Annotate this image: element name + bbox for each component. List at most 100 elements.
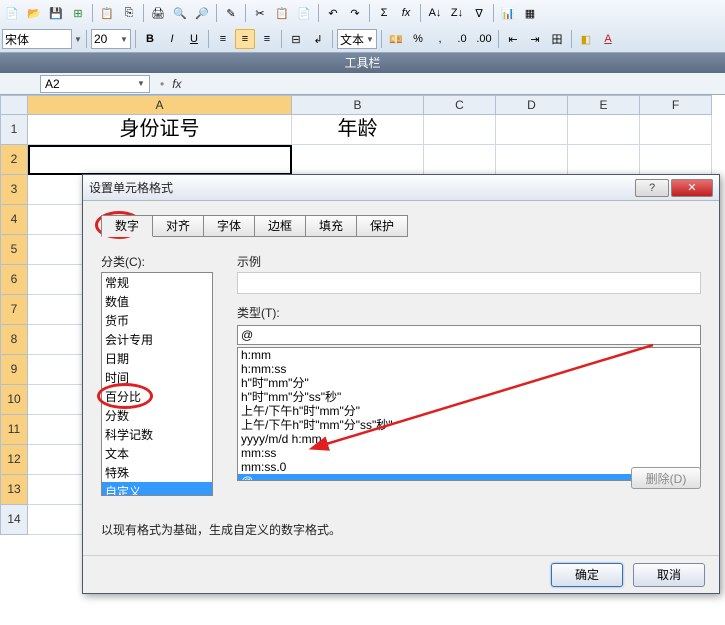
indent-inc-icon[interactable]: ⇥ — [525, 29, 545, 49]
delete-button[interactable]: 删除(D) — [631, 467, 701, 489]
cell-C1[interactable] — [424, 115, 496, 145]
row-header-1[interactable]: 1 — [0, 115, 28, 145]
cut-icon[interactable]: 📋 — [97, 3, 117, 23]
format-item[interactable]: 上午/下午h"时"mm"分" — [238, 404, 700, 418]
print-icon[interactable]: 🖨 — [148, 3, 168, 23]
filter-icon[interactable]: ∇ — [469, 3, 489, 23]
row-header-2[interactable]: 2 — [0, 145, 28, 175]
format-item[interactable]: h:mm:ss — [238, 362, 700, 376]
format-type-select[interactable]: 文本 ▼ — [337, 29, 377, 49]
undo-icon[interactable]: ↶ — [323, 3, 343, 23]
format-list[interactable]: h:mmh:mm:ssh"时"mm"分"h"时"mm"分"ss"秒"上午/下午h… — [237, 347, 701, 481]
format-item[interactable]: h"时"mm"分"ss"秒" — [238, 390, 700, 404]
cell-F2[interactable] — [640, 145, 712, 175]
format-item[interactable]: h:mm — [238, 348, 700, 362]
inc-dec-icon[interactable]: .0 — [452, 29, 472, 49]
category-item[interactable]: 分数 — [102, 406, 212, 425]
tab-4[interactable]: 填充 — [305, 215, 357, 237]
cancel-button[interactable]: 取消 — [633, 563, 705, 587]
table-icon[interactable]: ▦ — [520, 3, 540, 23]
font-color-icon[interactable]: A — [598, 29, 618, 49]
row-header-5[interactable]: 5 — [0, 235, 28, 265]
format-item[interactable]: yyyy/m/d h:mm — [238, 432, 700, 446]
tab-1[interactable]: 对齐 — [152, 215, 204, 237]
italic-button[interactable]: I — [162, 29, 182, 49]
category-item[interactable]: 自定义 — [102, 482, 212, 496]
category-item[interactable]: 会计专用 — [102, 330, 212, 349]
preview-icon[interactable]: 🔍 — [170, 3, 190, 23]
excel-icon[interactable]: ⊞ — [68, 3, 88, 23]
col-header-E[interactable]: E — [568, 95, 640, 115]
cell-D1[interactable] — [496, 115, 568, 145]
tab-0[interactable]: 数字 — [101, 215, 153, 237]
dec-dec-icon[interactable]: .00 — [474, 29, 494, 49]
row-header-7[interactable]: 7 — [0, 295, 28, 325]
select-all-corner[interactable] — [0, 95, 28, 115]
wrap-icon[interactable]: ↲ — [308, 29, 328, 49]
sort-asc-icon[interactable]: A↓ — [425, 3, 445, 23]
fx-icon[interactable]: fx — [396, 3, 416, 23]
cell-A2[interactable] — [28, 145, 292, 175]
cell-B2[interactable] — [292, 145, 424, 175]
sum-icon[interactable]: Σ — [374, 3, 394, 23]
chevron-down-icon[interactable]: ▼ — [74, 35, 82, 44]
category-item[interactable]: 货币 — [102, 311, 212, 330]
format-item[interactable]: 上午/下午h"时"mm"分"ss"秒" — [238, 418, 700, 432]
category-item[interactable]: 文本 — [102, 444, 212, 463]
help-button[interactable]: ? — [635, 179, 669, 197]
open-icon[interactable]: 📂 — [24, 3, 44, 23]
align-left-icon[interactable]: ≡ — [213, 29, 233, 49]
copy2-icon[interactable]: 📋 — [272, 3, 292, 23]
row-header-8[interactable]: 8 — [0, 325, 28, 355]
fx-cancel-icon[interactable]: • — [160, 77, 164, 91]
tab-3[interactable]: 边框 — [254, 215, 306, 237]
ok-button[interactable]: 确定 — [551, 563, 623, 587]
cell-B1[interactable]: 年龄 — [292, 115, 424, 145]
cell-A1[interactable]: 身份证号 — [28, 115, 292, 145]
cell-E2[interactable] — [568, 145, 640, 175]
new-icon[interactable]: 📄 — [2, 3, 22, 23]
row-header-6[interactable]: 6 — [0, 265, 28, 295]
category-list[interactable]: 常规数值货币会计专用日期时间百分比分数科学记数文本特殊自定义 — [101, 272, 213, 496]
col-header-D[interactable]: D — [496, 95, 568, 115]
copy-icon[interactable]: ⎘ — [119, 3, 139, 23]
paste-icon[interactable]: 📄 — [294, 3, 314, 23]
tab-5[interactable]: 保护 — [356, 215, 408, 237]
format-item[interactable]: h"时"mm"分" — [238, 376, 700, 390]
col-header-A[interactable]: A — [28, 95, 292, 115]
col-header-C[interactable]: C — [424, 95, 496, 115]
redo-icon[interactable]: ↷ — [345, 3, 365, 23]
merge-icon[interactable]: ⊟ — [286, 29, 306, 49]
sort-desc-icon[interactable]: Z↓ — [447, 3, 467, 23]
category-item[interactable]: 特殊 — [102, 463, 212, 482]
chart-icon[interactable]: 📊 — [498, 3, 518, 23]
currency-icon[interactable]: 💴 — [386, 29, 406, 49]
row-header-12[interactable]: 12 — [0, 445, 28, 475]
format-item[interactable]: mm:ss — [238, 446, 700, 460]
row-header-9[interactable]: 9 — [0, 355, 28, 385]
row-header-14[interactable]: 14 — [0, 505, 28, 535]
type-input[interactable] — [237, 325, 701, 345]
row-header-10[interactable]: 10 — [0, 385, 28, 415]
row-header-3[interactable]: 3 — [0, 175, 28, 205]
category-item[interactable]: 百分比 — [102, 387, 212, 406]
brush-icon[interactable]: ✎ — [221, 3, 241, 23]
category-item[interactable]: 数值 — [102, 292, 212, 311]
cell-C2[interactable] — [424, 145, 496, 175]
category-item[interactable]: 科学记数 — [102, 425, 212, 444]
category-item[interactable]: 日期 — [102, 349, 212, 368]
borders-icon[interactable]: 田 — [547, 29, 567, 49]
save-icon[interactable]: 💾 — [46, 3, 66, 23]
font-name-select[interactable]: 宋体 — [2, 29, 72, 49]
row-header-13[interactable]: 13 — [0, 475, 28, 505]
bold-button[interactable]: B — [140, 29, 160, 49]
category-item[interactable]: 时间 — [102, 368, 212, 387]
font-size-select[interactable]: 20 ▼ — [91, 29, 131, 49]
indent-dec-icon[interactable]: ⇤ — [503, 29, 523, 49]
category-item[interactable]: 常规 — [102, 273, 212, 292]
col-header-B[interactable]: B — [292, 95, 424, 115]
col-header-F[interactable]: F — [640, 95, 712, 115]
zoom-icon[interactable]: 🔎 — [192, 3, 212, 23]
cell-D2[interactable] — [496, 145, 568, 175]
cell-F1[interactable] — [640, 115, 712, 145]
